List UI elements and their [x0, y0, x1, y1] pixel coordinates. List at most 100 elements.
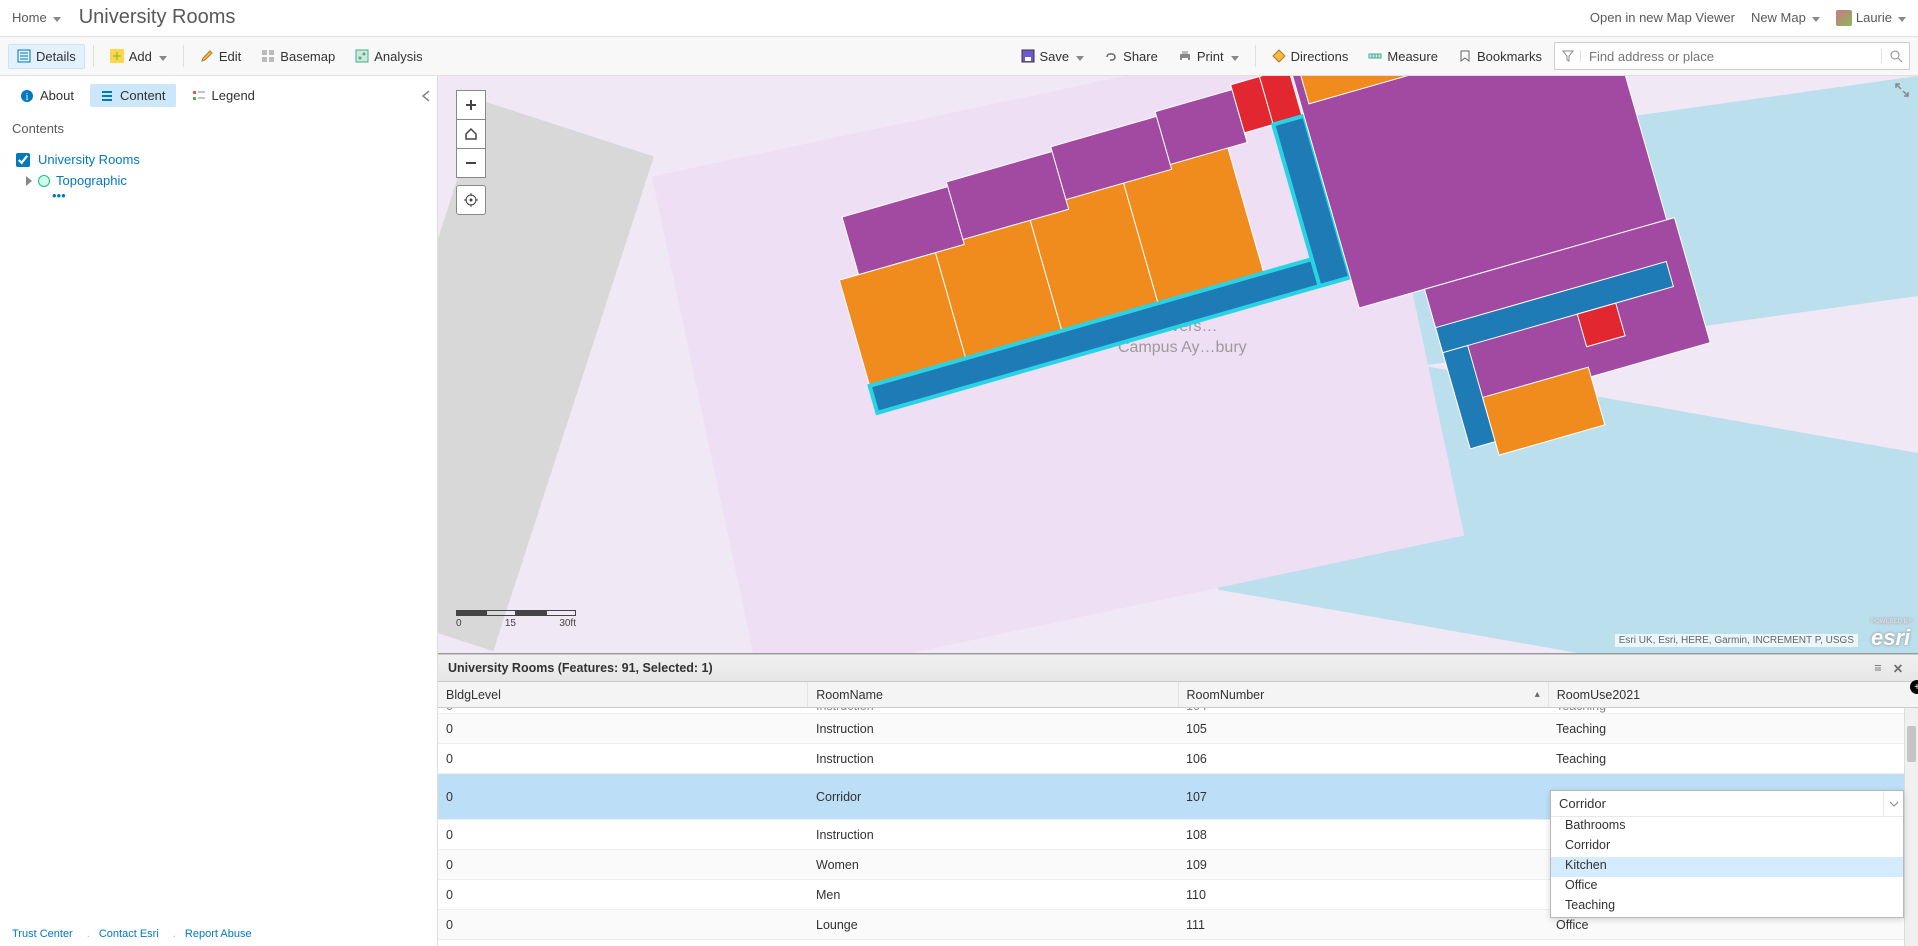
attribute-table: University Rooms (Features: 91, Selected… — [438, 654, 1918, 946]
scale-bar: 01530ft — [456, 610, 576, 629]
report-abuse-link[interactable]: Report Abuse — [185, 928, 252, 940]
print-icon — [1178, 49, 1192, 63]
basemap-button[interactable]: Basemap — [253, 45, 343, 68]
table-cell: Office — [1548, 918, 1918, 932]
add-button[interactable]: Add — [102, 45, 175, 68]
link-icon — [1104, 49, 1118, 63]
map-attribution: Esri UK, Esri, HERE, Garmin, INCREMENT P… — [1615, 634, 1858, 647]
table-cell: Instruction — [808, 722, 1178, 736]
contact-esri-link[interactable]: Contact Esri — [99, 928, 159, 940]
map-nav-controls — [456, 90, 486, 214]
table-row[interactable]: 0Instruction105Teaching — [438, 714, 1918, 744]
directions-button[interactable]: Directions — [1264, 45, 1357, 68]
search-filter-button[interactable] — [1555, 50, 1581, 62]
caret-right-icon — [26, 176, 32, 186]
table-cell: Lounge — [808, 918, 1178, 932]
collapse-panel-button[interactable] — [421, 90, 431, 102]
side-panel: i About Content Legend Contents Universi… — [0, 76, 438, 946]
analysis-icon — [355, 49, 369, 63]
table-options-button[interactable]: ≡ — [1868, 661, 1888, 675]
layer-more-button[interactable]: ••• — [12, 188, 425, 203]
dropdown-option[interactable]: Teaching — [1551, 897, 1903, 917]
table-cell: 109 — [1178, 858, 1548, 872]
table-cell: 0 — [438, 752, 808, 766]
open-new-viewer-link[interactable]: Open in new Map Viewer — [1590, 10, 1735, 25]
save-icon — [1021, 49, 1035, 63]
layer-university-rooms[interactable]: University Rooms — [12, 146, 425, 173]
map-view[interactable]: …ckingham… Univers… Campus Ay…bury — [438, 76, 1918, 654]
edit-button[interactable]: Edit — [192, 45, 249, 68]
share-button[interactable]: Share — [1096, 45, 1166, 68]
zoom-in-button[interactable] — [456, 90, 486, 120]
col-roomuse2021[interactable]: RoomUse2021+ — [1549, 682, 1918, 707]
basemap-icon — [261, 49, 275, 63]
chevron-down-icon — [1229, 49, 1239, 64]
table-cell: 0 — [438, 722, 808, 736]
print-button[interactable]: Print — [1170, 45, 1247, 68]
table-title: University Rooms (Features: 91, Selected… — [448, 661, 713, 675]
dropdown-option[interactable]: Bathrooms — [1551, 817, 1903, 837]
table-cell: 110 — [1178, 888, 1548, 902]
table-cell: 0 — [438, 888, 808, 902]
home-link[interactable]: Home — [12, 10, 61, 25]
basemap-canvas: …ckingham… Univers… Campus Ay…bury — [438, 76, 1918, 653]
bookmark-icon — [1458, 49, 1472, 63]
layer-topographic[interactable]: Topographic — [12, 173, 425, 188]
tab-about[interactable]: i About — [10, 84, 84, 107]
add-field-button[interactable]: + — [1910, 680, 1918, 694]
col-roomname[interactable]: RoomName — [808, 682, 1178, 707]
table-row[interactable]: 0Instruction106Teaching — [438, 744, 1918, 774]
main-toolbar: Details Add Edit Basemap Analysis Save S… — [0, 36, 1918, 76]
table-cell: 105 — [1178, 722, 1548, 736]
locate-button[interactable] — [456, 185, 486, 215]
map-title: University Rooms — [79, 6, 236, 29]
table-scrollbar[interactable] — [1904, 708, 1918, 946]
table-cell: 107 — [1178, 790, 1548, 804]
chevron-down-icon — [1896, 10, 1906, 25]
app-header: Home University Rooms Open in new Map Vi… — [0, 0, 1918, 36]
trust-center-link[interactable]: Trust Center — [12, 928, 73, 940]
chevron-down-icon — [157, 49, 167, 64]
table-cell: 106 — [1178, 752, 1548, 766]
table-cell: Instruction — [808, 828, 1178, 842]
directions-icon — [1272, 49, 1286, 63]
analysis-button[interactable]: Analysis — [347, 45, 430, 68]
new-map-link[interactable]: New Map — [1751, 10, 1820, 25]
user-menu[interactable]: Laurie — [1836, 10, 1906, 26]
rooms-layer — [438, 76, 1918, 636]
dropdown-option[interactable]: Kitchen — [1551, 857, 1903, 877]
layer-checkbox[interactable] — [16, 153, 30, 167]
home-extent-button[interactable] — [456, 119, 486, 149]
zoom-out-button[interactable] — [456, 148, 486, 178]
table-cell: Teaching — [1548, 708, 1918, 713]
table-cell: Instruction — [808, 708, 1178, 713]
bookmarks-button[interactable]: Bookmarks — [1450, 45, 1550, 68]
search-box — [1554, 42, 1910, 70]
dropdown-option[interactable]: Office — [1551, 877, 1903, 897]
col-roomnumber[interactable]: RoomNumber▴ — [1179, 682, 1549, 707]
legend-icon — [192, 89, 206, 103]
table-cell: 111 — [1178, 918, 1548, 932]
tab-content[interactable]: Content — [90, 84, 176, 107]
details-button[interactable]: Details — [8, 44, 85, 69]
table-cell: 0 — [438, 708, 808, 713]
table-cell: Teaching — [1548, 752, 1918, 766]
table-cell: Men — [808, 888, 1178, 902]
chevron-down-icon — [1883, 791, 1903, 816]
contents-heading: Contents — [0, 115, 437, 142]
expand-map-button[interactable] — [1894, 82, 1912, 100]
measure-button[interactable]: Measure — [1360, 45, 1446, 68]
dropdown-option[interactable]: Corridor — [1551, 837, 1903, 857]
dropdown-selected[interactable]: Corridor — [1551, 791, 1903, 817]
table-close-button[interactable]: ✕ — [1888, 661, 1908, 676]
search-input[interactable] — [1581, 43, 1881, 69]
pencil-icon — [200, 49, 214, 63]
tab-legend[interactable]: Legend — [182, 84, 265, 107]
basemap-swatch-icon — [38, 175, 50, 187]
col-bldglevel[interactable]: BldgLevel — [438, 682, 808, 707]
search-submit-button[interactable] — [1881, 49, 1909, 63]
save-button[interactable]: Save — [1013, 45, 1093, 68]
sort-asc-icon: ▴ — [1535, 689, 1540, 700]
roomuse-dropdown[interactable]: CorridorBathroomsCorridorKitchenOfficeTe… — [1550, 790, 1904, 918]
table-cell: Women — [808, 858, 1178, 872]
